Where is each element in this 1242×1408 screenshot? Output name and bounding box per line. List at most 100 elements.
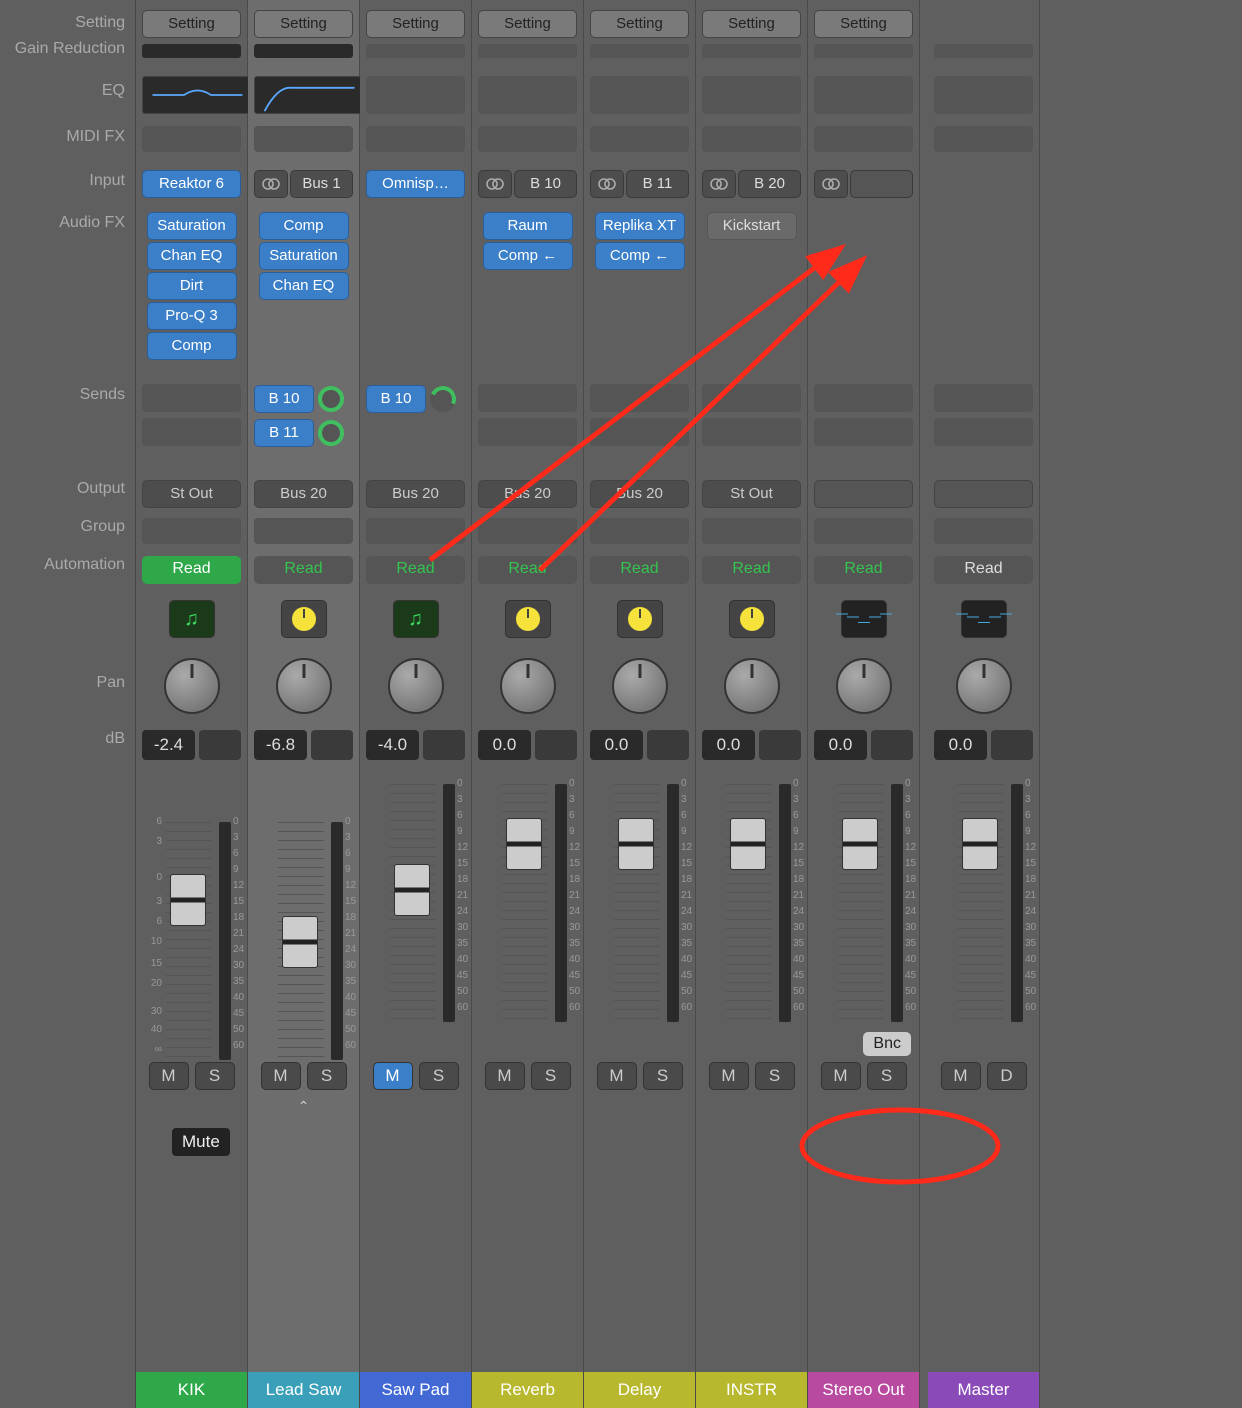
group-slot[interactable]: [478, 518, 577, 544]
mute-button[interactable]: M: [597, 1062, 637, 1090]
solo-button[interactable]: S: [307, 1062, 347, 1090]
eq-thumbnail[interactable]: [366, 76, 465, 114]
output-slot[interactable]: St Out: [702, 480, 801, 508]
channel-strip-master[interactable]: Read⎺⎻⎼⎻⎺0.003691215182124303540455060MD…: [928, 0, 1040, 1408]
group-slot[interactable]: [814, 518, 913, 544]
audio-fx-slot[interactable]: RaumComp ←: [478, 212, 577, 372]
eq-thumbnail[interactable]: [934, 76, 1033, 114]
track-name[interactable]: Master: [928, 1372, 1039, 1408]
automation-mode-button[interactable]: Read: [478, 556, 577, 584]
audio-fx-plugin[interactable]: Saturation: [259, 242, 349, 270]
fader-area[interactable]: 03691215182124303540455060: [254, 816, 365, 1066]
setting-button[interactable]: Setting: [478, 10, 577, 38]
audio-fx-plugin[interactable]: Chan EQ: [259, 272, 349, 300]
mute-button[interactable]: M: [485, 1062, 525, 1090]
eq-thumbnail[interactable]: [254, 76, 365, 114]
stereo-icon[interactable]: [702, 170, 736, 198]
track-name[interactable]: Saw Pad: [360, 1372, 471, 1408]
channel-strip-reverb[interactable]: SettingB 10RaumComp ←Bus 20Read0.0036912…: [472, 0, 584, 1408]
eq-thumbnail[interactable]: [814, 76, 913, 114]
send-level-knob[interactable]: [430, 386, 456, 412]
pan-knob[interactable]: [724, 658, 780, 714]
audio-fx-plugin[interactable]: Comp: [147, 332, 237, 360]
db-value[interactable]: 0.0: [702, 730, 755, 760]
db-value[interactable]: 0.0: [814, 730, 867, 760]
output-slot[interactable]: Bus 20: [366, 480, 465, 508]
setting-button[interactable]: Setting: [142, 10, 241, 38]
input-slot[interactable]: B 20: [702, 170, 801, 198]
track-name[interactable]: Lead Saw: [248, 1372, 359, 1408]
bounce-button[interactable]: Bnc: [863, 1032, 911, 1056]
input-slot[interactable]: Bus 1: [254, 170, 353, 198]
chevron-up-icon[interactable]: ⌃: [248, 1098, 359, 1115]
fader-handle[interactable]: [842, 818, 878, 870]
automation-mode-button[interactable]: Read: [142, 556, 241, 584]
input-bus-label[interactable]: B 20: [738, 170, 801, 198]
sends-slot[interactable]: B 10B 11: [254, 384, 353, 454]
group-slot[interactable]: [934, 518, 1033, 544]
input-plugin[interactable]: Omnisp…: [366, 170, 465, 198]
fader-handle[interactable]: [962, 818, 998, 870]
track-name[interactable]: Stereo Out: [808, 1372, 919, 1408]
solo-button[interactable]: S: [867, 1062, 907, 1090]
midi-fx-slot[interactable]: [934, 126, 1033, 152]
channel-strip-stereoout[interactable]: SettingRead⎺⎻⎼⎻⎺0.0036912151821243035404…: [808, 0, 920, 1408]
sends-slot[interactable]: [142, 384, 241, 454]
input-slot[interactable]: B 11: [590, 170, 689, 198]
track-name[interactable]: Delay: [584, 1372, 695, 1408]
db-value[interactable]: 0.0: [934, 730, 987, 760]
fader-handle[interactable]: [394, 864, 430, 916]
input-slot[interactable]: B 10: [478, 170, 577, 198]
midi-fx-slot[interactable]: [254, 126, 353, 152]
send-bus[interactable]: B 10: [254, 385, 314, 413]
output-slot[interactable]: [814, 480, 913, 508]
pan-knob[interactable]: [612, 658, 668, 714]
pan-knob[interactable]: [500, 658, 556, 714]
setting-button[interactable]: Setting: [590, 10, 689, 38]
fader-area[interactable]: 03691215182124303540455060: [934, 778, 1045, 1028]
fader-handle[interactable]: [618, 818, 654, 870]
track-type-icon[interactable]: [281, 600, 327, 638]
output-slot[interactable]: Bus 20: [590, 480, 689, 508]
audio-fx-plugin[interactable]: Dirt: [147, 272, 237, 300]
send-level-knob[interactable]: [318, 420, 344, 446]
setting-button[interactable]: Setting: [702, 10, 801, 38]
input-bus-label[interactable]: B 10: [514, 170, 577, 198]
stereo-icon[interactable]: [590, 170, 624, 198]
automation-mode-button[interactable]: Read: [814, 556, 913, 584]
channel-strip-instr[interactable]: SettingB 20KickstartSt OutRead0.00369121…: [696, 0, 808, 1408]
audio-fx-slot[interactable]: [814, 212, 913, 372]
audio-fx-plugin[interactable]: Comp ←: [483, 242, 573, 270]
setting-button[interactable]: Setting: [254, 10, 353, 38]
track-type-icon[interactable]: [505, 600, 551, 638]
setting-button[interactable]: Setting: [814, 10, 913, 38]
fader-area[interactable]: 03691215182124303540455060: [702, 778, 813, 1028]
automation-mode-button[interactable]: Read: [254, 556, 353, 584]
mute-button[interactable]: M: [149, 1062, 189, 1090]
input-slot[interactable]: [814, 170, 913, 198]
fader-handle[interactable]: [730, 818, 766, 870]
send-bus[interactable]: B 10: [366, 385, 426, 413]
input-slot[interactable]: Reaktor 6: [142, 170, 241, 198]
send-level-knob[interactable]: [318, 386, 344, 412]
db-value[interactable]: -2.4: [142, 730, 195, 760]
automation-mode-button[interactable]: Read: [366, 556, 465, 584]
audio-fx-slot[interactable]: SaturationChan EQDirtPro-Q 3Comp: [142, 212, 241, 372]
sends-slot[interactable]: [478, 384, 577, 454]
audio-fx-plugin[interactable]: Chan EQ: [147, 242, 237, 270]
group-slot[interactable]: [366, 518, 465, 544]
track-name[interactable]: KIK: [136, 1372, 247, 1408]
stereo-icon[interactable]: [478, 170, 512, 198]
mute-button[interactable]: M: [941, 1062, 981, 1090]
fader-area[interactable]: 03691215182124303540455060: [478, 778, 589, 1028]
automation-mode-button[interactable]: Read: [590, 556, 689, 584]
mute-button[interactable]: M: [709, 1062, 749, 1090]
track-name[interactable]: Reverb: [472, 1372, 583, 1408]
output-slot[interactable]: Bus 20: [478, 480, 577, 508]
midi-fx-slot[interactable]: [702, 126, 801, 152]
input-slot[interactable]: Omnisp…: [366, 170, 465, 198]
mute-button[interactable]: M: [261, 1062, 301, 1090]
db-value[interactable]: 0.0: [478, 730, 531, 760]
output-slot[interactable]: [934, 480, 1033, 508]
solo-button[interactable]: S: [755, 1062, 795, 1090]
